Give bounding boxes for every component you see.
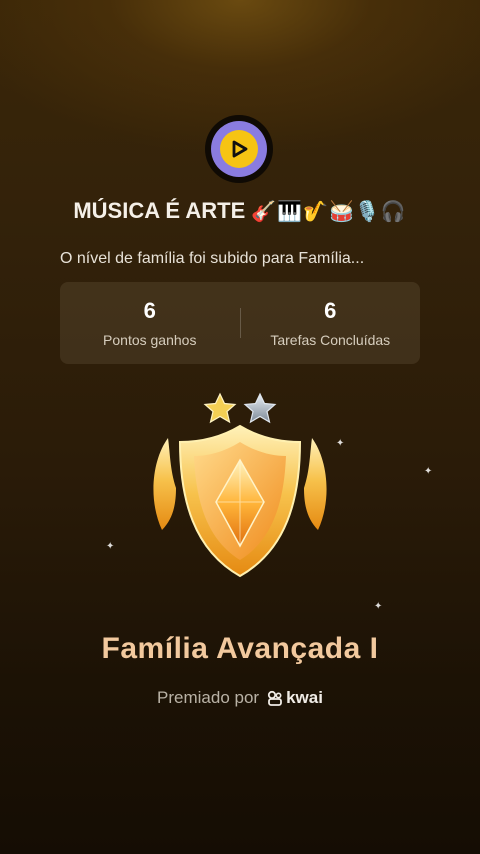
awarded-by-label: Premiado por <box>157 688 260 707</box>
kwai-brand: kwai <box>267 688 323 708</box>
level-name: Família Avançada I <box>101 632 379 665</box>
level-up-message: O nível de família foi subido para Famíl… <box>60 250 365 267</box>
family-avatar[interactable] <box>205 115 273 183</box>
family-level-badge <box>153 392 327 578</box>
tasks-label: Tarefas Concluídas <box>270 332 391 348</box>
tasks-value: 6 <box>324 298 337 323</box>
play-icon <box>232 140 248 158</box>
sparkle-icon: ✦ <box>424 466 433 477</box>
family-emojis: 🎸🎹🎷🥁🎙️🎧 <box>251 200 407 223</box>
family-title-row: MÚSICA É ARTE 🎸🎹🎷🥁🎙️🎧 <box>0 195 480 227</box>
points-label: Pontos ganhos <box>103 332 197 348</box>
awarded-by: Premiado por kwai <box>0 688 480 708</box>
stat-points: 6 Pontos ganhos <box>60 282 240 364</box>
sparkle-icon: ✦ <box>336 438 345 449</box>
avatar-ring <box>211 121 267 177</box>
sparkle-icon: ✦ <box>374 601 383 612</box>
family-name: MÚSICA É ARTE <box>73 198 246 223</box>
sparkle-icon: ✦ <box>106 541 115 552</box>
points-value: 6 <box>143 298 156 323</box>
kwai-logo-icon <box>267 690 282 706</box>
stats-panel: 6 Pontos ganhos 6 Tarefas Concluídas <box>60 282 420 364</box>
avatar-core <box>220 130 258 168</box>
kwai-brand-name: kwai <box>286 688 323 707</box>
star-unearned-icon <box>243 392 277 424</box>
stat-tasks: 6 Tarefas Concluídas <box>241 282 421 364</box>
star-earned-icon <box>203 392 237 424</box>
